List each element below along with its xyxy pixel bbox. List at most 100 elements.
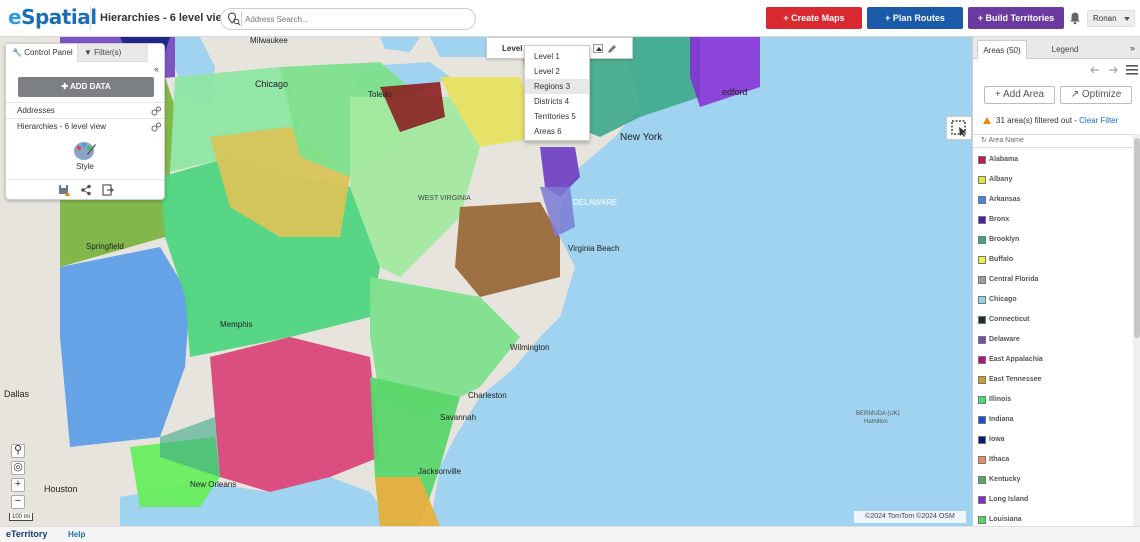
export-icon[interactable]: [102, 184, 114, 196]
area-item[interactable]: Central Florida: [973, 270, 1133, 290]
share-icon[interactable]: [80, 184, 92, 196]
layer-row-hierarchies[interactable]: Hierarchies - 6 level view: [6, 118, 164, 134]
tab-areas[interactable]: Areas (50): [977, 40, 1027, 59]
map-attribution: ©2024 TomTom ©2024 OSM: [854, 511, 966, 523]
area-item[interactable]: Louisiana: [973, 510, 1133, 526]
level-option[interactable]: Territories 5: [525, 109, 589, 124]
label-houston: Houston: [44, 484, 78, 494]
area-color-swatch: [978, 516, 986, 524]
help-link[interactable]: Help: [68, 530, 85, 539]
level-option-selected[interactable]: Regions 3: [525, 79, 589, 94]
user-menu-button[interactable]: Ronan: [1087, 10, 1135, 27]
lasso-select-button[interactable]: [946, 116, 972, 140]
level-option[interactable]: Districts 4: [525, 94, 589, 109]
area-color-swatch: [978, 416, 986, 424]
add-data-button[interactable]: ✚ ADD DATA: [18, 77, 154, 97]
my-location-icon[interactable]: ◎: [11, 461, 25, 475]
label-milwaukee: Milwaukee: [250, 37, 288, 45]
hamburger-menu-icon[interactable]: [1126, 65, 1138, 75]
style-button[interactable]: Style: [70, 140, 100, 180]
pencil-icon[interactable]: [607, 44, 617, 54]
area-item[interactable]: Arkansas: [973, 190, 1133, 210]
area-color-swatch: [978, 276, 986, 284]
label-chicago: Chicago: [255, 79, 288, 89]
area-item[interactable]: Chicago: [973, 290, 1133, 310]
add-area-button[interactable]: + Add Area: [984, 86, 1055, 104]
area-color-swatch: [978, 176, 986, 184]
page-title: Hierarchies - 6 level view: [100, 12, 231, 24]
build-territories-button[interactable]: + Build Territories: [968, 7, 1064, 29]
area-item[interactable]: Brooklyn: [973, 230, 1133, 250]
select-area-icon: [951, 120, 966, 137]
area-name-column-header[interactable]: ↻ Area Name: [973, 134, 1133, 148]
address-search-input[interactable]: [245, 12, 467, 26]
area-item[interactable]: East Appalachia: [973, 350, 1133, 370]
espatial-logo[interactable]: eSpatial: [8, 5, 97, 29]
area-item[interactable]: Ithaca: [973, 450, 1133, 470]
area-item[interactable]: Bronx: [973, 210, 1133, 230]
layer-row-addresses[interactable]: Addresses: [6, 102, 164, 118]
area-item[interactable]: Illinois: [973, 390, 1133, 410]
level-option[interactable]: Level 2: [525, 64, 589, 79]
area-item[interactable]: Albany: [973, 170, 1133, 190]
optimize-button[interactable]: ↗ Optimize: [1060, 86, 1132, 104]
layer-settings-icon[interactable]: [151, 106, 161, 116]
area-color-swatch: [978, 236, 986, 244]
bell-icon[interactable]: [1068, 11, 1082, 25]
clear-filter-link[interactable]: Clear Filter: [1079, 116, 1118, 125]
label-virginia-beach: Virginia Beach: [568, 244, 619, 253]
area-item[interactable]: Indiana: [973, 410, 1133, 430]
eterritory-brand: eTerritory: [6, 529, 48, 539]
area-item[interactable]: Kentucky: [973, 470, 1133, 490]
plan-routes-button[interactable]: + Plan Routes: [867, 7, 963, 29]
area-color-swatch: [978, 436, 986, 444]
map-scale: 100 mi: [9, 513, 33, 521]
area-color-swatch: [978, 196, 986, 204]
location-search-icon[interactable]: [227, 12, 241, 26]
label-bermuda: BERMUDA (UK): [856, 411, 900, 417]
filter-warning: 31 area(s) filtered out - Clear Filter: [983, 116, 1118, 125]
scrollbar-thumb[interactable]: [1134, 138, 1140, 338]
address-search-box[interactable]: [220, 8, 476, 30]
tab-control-panel[interactable]: 🔧 Control Panel: [6, 44, 78, 62]
zoom-to-area-icon[interactable]: ⚲: [11, 444, 25, 458]
tab-filters[interactable]: ▼ Filter(s): [78, 44, 148, 62]
collapse-panel-icon[interactable]: «: [154, 64, 159, 74]
label-memphis: Memphis: [220, 320, 252, 329]
label-delaware: DELAWARE: [573, 198, 617, 207]
area-item[interactable]: Alabama: [973, 150, 1133, 170]
area-color-swatch: [978, 156, 986, 164]
label-savannah: Savannah: [440, 413, 476, 422]
control-panel: 🔧 Control Panel ▼ Filter(s) « ✚ ADD DATA…: [5, 43, 165, 200]
areas-panel: Areas (50) Legend » + Add Area ↗ Optimiz…: [972, 37, 1140, 526]
area-item[interactable]: East Tennessee: [973, 370, 1133, 390]
area-item[interactable]: Connecticut: [973, 310, 1133, 330]
zoom-in-button[interactable]: +: [11, 478, 25, 492]
palette-icon: [74, 142, 96, 160]
label-new-orleans: New Orleans: [190, 480, 236, 489]
areas-scrollbar[interactable]: [1133, 134, 1140, 526]
area-color-swatch: [978, 376, 986, 384]
area-color-swatch: [978, 316, 986, 324]
create-maps-button[interactable]: + Create Maps: [766, 7, 862, 29]
chevron-up-icon[interactable]: [593, 44, 603, 53]
collapse-right-panel-icon[interactable]: »: [1130, 43, 1135, 53]
search-separator: [241, 11, 242, 27]
area-item[interactable]: Long Island: [973, 490, 1133, 510]
divider: [90, 6, 91, 30]
area-item[interactable]: Iowa: [973, 430, 1133, 450]
undo-icon[interactable]: [1090, 65, 1100, 75]
level-option[interactable]: Level 1: [525, 49, 589, 64]
redo-icon[interactable]: [1108, 65, 1118, 75]
area-item[interactable]: Delaware: [973, 330, 1133, 350]
area-item[interactable]: Buffalo: [973, 250, 1133, 270]
control-panel-footer: [6, 179, 164, 200]
trend-icon: ↗: [1070, 89, 1080, 100]
area-color-swatch: [978, 396, 986, 404]
zoom-out-button[interactable]: −: [11, 495, 25, 509]
layer-settings-icon[interactable]: [151, 122, 161, 132]
save-warning-icon[interactable]: [58, 184, 70, 196]
tab-legend[interactable]: Legend: [1031, 40, 1099, 59]
level-option[interactable]: Areas 6: [525, 124, 589, 139]
chevron-down-icon: [1124, 17, 1130, 21]
